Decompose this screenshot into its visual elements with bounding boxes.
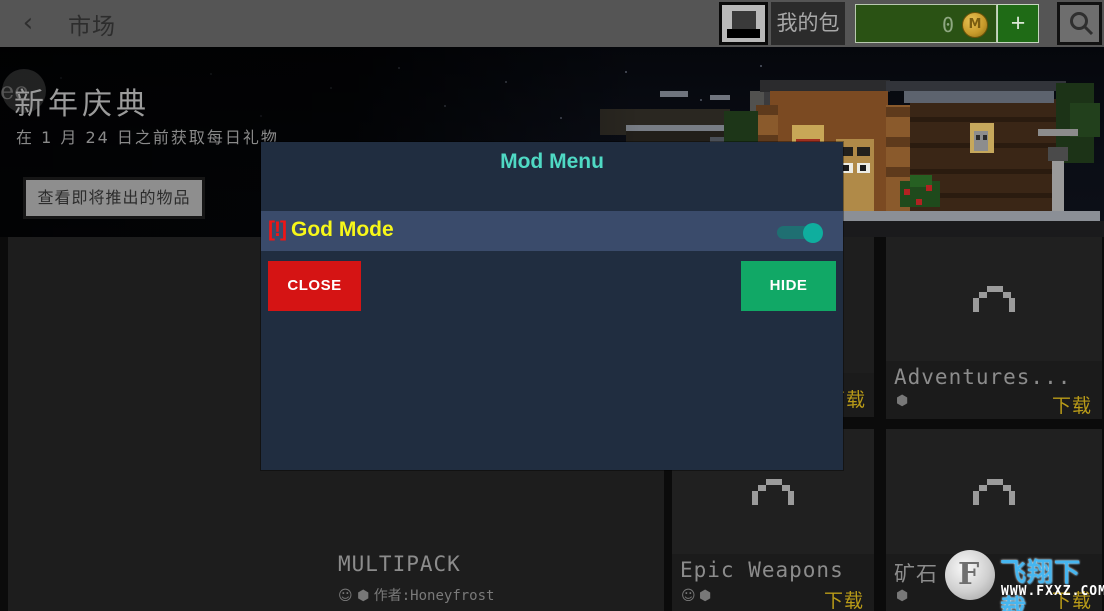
coin-amount: 0 bbox=[941, 13, 954, 37]
bag-icon bbox=[732, 11, 756, 29]
cube-icon: ⬢ bbox=[357, 588, 370, 604]
mod-row-label: God Mode bbox=[291, 218, 394, 241]
card-download-link[interactable]: 下载 bbox=[824, 586, 864, 611]
card-title: 矿石 bbox=[894, 562, 938, 586]
dialog-title: Mod Menu bbox=[500, 150, 604, 173]
card-author-line: ☺ ⬢ 作者:Honeyfrost bbox=[338, 585, 494, 605]
warning-icon: [!] bbox=[268, 218, 287, 241]
card-item-1[interactable]: MULTIPACK ☺ ⬢ 作者:Honeyfrost ★ 4.1 下载 bbox=[330, 507, 664, 611]
add-coins-button[interactable]: + bbox=[997, 4, 1039, 43]
person-icon: ☺ bbox=[681, 588, 696, 604]
cube-icon: ⬢ bbox=[699, 588, 712, 604]
card-item-3[interactable]: Adventures... ⬢ 下载 bbox=[886, 237, 1102, 419]
top-bar: ‹ 市场 我的包 0 M + bbox=[0, 0, 1104, 47]
card-thumbnail bbox=[886, 429, 1102, 554]
banner-upcoming-items-button[interactable]: 查看即将推出的物品 bbox=[23, 177, 205, 219]
person-icon: ☺ bbox=[338, 588, 353, 604]
card-title: Epic Weapons bbox=[680, 558, 844, 582]
mod-menu-dialog: Mod Menu [!] God Mode CLOSE HIDE bbox=[261, 142, 843, 470]
toggle-knob bbox=[803, 223, 823, 243]
watermark-logo-letter: F bbox=[958, 557, 980, 592]
broken-image-icon bbox=[971, 478, 1017, 505]
chevron-left-icon[interactable]: ‹ bbox=[14, 9, 42, 37]
broken-image-icon bbox=[971, 286, 1017, 312]
page-title: 市场 bbox=[68, 14, 116, 40]
card-download-link[interactable]: 下载 bbox=[1052, 391, 1092, 418]
banner-subtitle: 在 1 月 24 日之前获取每日礼物 bbox=[16, 128, 279, 147]
cube-icon: ⬢ bbox=[896, 393, 909, 409]
banner-title: 新年庆典 bbox=[14, 87, 150, 122]
bag-icon-button[interactable] bbox=[719, 2, 768, 45]
mod-row-god-mode[interactable]: [!] God Mode bbox=[261, 211, 843, 251]
bag-icon-base bbox=[727, 29, 760, 38]
card-meta: Epic Weapons ☺ ⬢ 下载 bbox=[672, 554, 874, 611]
card-title: MULTIPACK bbox=[338, 552, 461, 576]
card-title: Adventures... bbox=[894, 365, 1072, 389]
close-button[interactable]: CLOSE bbox=[268, 261, 361, 311]
card-author: 作者:Honeyfrost bbox=[373, 588, 495, 604]
my-bag-button[interactable]: 我的包 bbox=[771, 2, 845, 45]
watermark-url: WWW.FXXZ.COM bbox=[1001, 584, 1104, 599]
watermark: F 飞翔下载 WWW.FXXZ.COM bbox=[945, 546, 1104, 611]
card-thumbnail bbox=[886, 237, 1102, 361]
coin-icon: M bbox=[962, 12, 988, 38]
card-meta: Adventures... ⬢ 下载 bbox=[886, 361, 1102, 419]
broken-image-icon bbox=[750, 478, 796, 505]
hide-button[interactable]: HIDE bbox=[741, 261, 836, 311]
god-mode-toggle[interactable] bbox=[777, 223, 823, 243]
watermark-site-name: 飞翔下载 bbox=[1000, 558, 1082, 611]
search-icon bbox=[1070, 12, 1094, 36]
search-button[interactable] bbox=[1057, 2, 1102, 45]
cube-icon: ⬢ bbox=[896, 588, 909, 604]
app-root: ee 新年庆典 在 1 月 24 日之前获取每日礼物 查看即将推出的物品 MUL… bbox=[0, 0, 1104, 611]
coin-balance[interactable]: 0 M bbox=[855, 4, 997, 43]
